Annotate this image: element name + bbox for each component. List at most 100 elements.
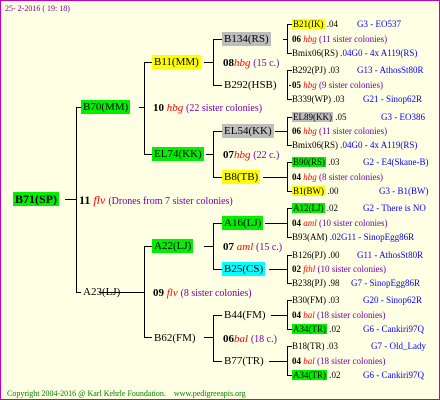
leaf-queen[interactable]: Bmix06(RS) (292, 140, 338, 150)
connector (213, 85, 222, 86)
leaf-value: .03 (328, 295, 340, 305)
a23-drone-info: 09 flv (8 sister colonies) (153, 287, 252, 300)
leaf-value: .03 (326, 341, 338, 351)
leaf-queen[interactable]: Bmix06(RS) (292, 48, 338, 58)
drone-symbol: flv (93, 193, 106, 207)
leaf-queen[interactable]: B1(BW) (292, 186, 325, 196)
b25-drone-info: 02 fthl (10 sister colonies) (292, 263, 386, 275)
leaf-row: B93(AM) .02G11 - SinopEgg86R (292, 231, 414, 243)
connector (287, 117, 288, 146)
leaf-value: .02 (329, 324, 341, 334)
drone-symbol: hbg (303, 80, 317, 90)
queen-b62[interactable]: B62(FM) (152, 331, 198, 345)
leaf-value: .03 (333, 94, 345, 104)
leaf-value: .98 (328, 278, 340, 288)
drone-note: (18 c.) (250, 334, 277, 345)
footer-link[interactable]: www.pedigreeapis.org (174, 389, 246, 398)
b70-drone-info: 10 hbg (22 sister colonies) (153, 102, 262, 115)
leaf-origin: G3 - B1(BW) (379, 186, 429, 196)
connector (287, 70, 288, 100)
drone-note: (10 sister colonies) (317, 264, 386, 274)
drone-symbol: hbg (303, 126, 317, 136)
generation: 04 (292, 356, 301, 366)
leaf-queen[interactable]: EL89(KK) (292, 112, 333, 122)
leaf-queen[interactable]: B126(PJ) (292, 250, 326, 260)
leaf-origin: G21 - Sinop62R (363, 94, 423, 104)
generation: 04 (292, 218, 301, 228)
leaf-value: .05 (335, 112, 347, 122)
connector (144, 62, 152, 63)
leaf-origin: G3 - EO386 (381, 112, 425, 122)
leaf-row: A34(TR) .02 (292, 323, 341, 335)
connector (287, 300, 288, 330)
generation: 08 (223, 57, 234, 69)
a22-drone-info: 07 aml (15 c.) (223, 241, 282, 254)
generation: 05 (292, 80, 301, 90)
connector (213, 131, 222, 132)
connector (144, 337, 152, 338)
queen-a22[interactable]: A22(LJ) (152, 239, 194, 253)
generation: 07 (223, 241, 234, 253)
b11-drone-info: 08hbg (15 c.) (223, 57, 279, 70)
leaf-row: B238(PJ) .98 (292, 277, 340, 289)
drone-note: (11 sister colonies) (319, 126, 388, 136)
root-queen[interactable]: B71(SP) (13, 192, 59, 206)
leaf-queen[interactable]: A12(LJ) (292, 203, 325, 213)
leaf-queen[interactable]: B18(TR) (292, 341, 325, 351)
leaf-value: .03 (328, 157, 340, 167)
leaf-queen[interactable]: B292(PJ) (292, 65, 326, 75)
drone-note: (22 sister colonies) (186, 103, 263, 114)
queen-b8[interactable]: B8(TB) (222, 170, 261, 184)
leaf-row: B21(IK) .04 (292, 18, 338, 30)
leaf-queen[interactable]: B339(WP) (292, 94, 331, 104)
root-drone-info: 11 flv (Drones from 7 sister colonies) (79, 194, 233, 208)
leaf-queen[interactable]: A34(TR) (292, 370, 327, 380)
leaf-row: B126(PJ) .00 (292, 249, 340, 261)
leaf-queen[interactable]: B21(IK) (292, 19, 325, 29)
leaf-row: B1(BW) .00 (292, 185, 339, 197)
leaf-value: .02 (326, 203, 338, 213)
connector (144, 246, 145, 338)
connector (213, 315, 222, 316)
queen-b134[interactable]: B134(RS) (222, 32, 271, 46)
queen-b11[interactable]: B11(MM) (152, 55, 201, 69)
queen-b292[interactable]: B292(HSB) (222, 78, 279, 92)
queen-el74[interactable]: EL74(KK) (152, 147, 204, 161)
connector (213, 361, 222, 362)
drone-note: (8 sister colonies) (319, 172, 383, 182)
leaf-queen[interactable]: B30(FM) (292, 295, 326, 305)
queen-el54[interactable]: EL54(KK) (222, 124, 274, 138)
leaf-row: B90(RS) .03 (292, 156, 340, 168)
leaf-value: .04 (326, 19, 338, 29)
footer-copyright: Copyright 2004-2016 @ Karl Kehrle Founda… (7, 388, 246, 399)
leaf-value: .03 (328, 65, 340, 75)
queen-b44[interactable]: B44(FM) (222, 308, 268, 322)
copyright-text: Copyright 2004-2016 @ Karl Kehrle Founda… (7, 389, 166, 398)
drone-note: (11 sister colonies) (319, 34, 388, 44)
pedigree-frame: 25- 2-2016 ( 19: 18) B71(SP) 11 flv (Dro… (0, 0, 440, 400)
connector (289, 85, 291, 86)
drone-symbol: hbg (303, 172, 317, 182)
generation: 06 (292, 34, 301, 44)
leaf-row: Bmix06(RS) .04G0 - 4x A119(RS) (292, 139, 417, 151)
leaf-row: B18(TR) .03 (292, 340, 338, 352)
queen-a23[interactable]: A23(LJ) (81, 285, 122, 299)
b62-drone-info: 06bal (18 c.) (223, 333, 277, 346)
leaf-queen[interactable]: B93(AM) (292, 232, 328, 242)
connector (263, 177, 288, 178)
leaf-origin: G11 - AthosSt80R (357, 250, 424, 260)
connector (287, 162, 288, 192)
leaf-queen[interactable]: A34(TR) (292, 324, 327, 334)
leaf-queen[interactable]: B90(RS) (292, 157, 327, 167)
queen-b77[interactable]: B77(TR) (222, 354, 266, 368)
connector (213, 39, 222, 40)
queen-b25[interactable]: B25(CS) (222, 262, 266, 276)
queen-a16[interactable]: A16(LJ) (222, 216, 264, 230)
connector (265, 223, 288, 224)
queen-b70[interactable]: B70(MM) (81, 100, 131, 114)
el74-drone-info: 07hbg (22 c.) (223, 149, 279, 162)
leaf-origin: G6 - Cankiri97Q (363, 324, 424, 334)
b44-drone-info: 04 bal (18 sister colonies) (292, 309, 386, 321)
leaf-origin: G2 - There is NO (363, 203, 426, 213)
leaf-queen[interactable]: B238(PJ) (292, 278, 326, 288)
